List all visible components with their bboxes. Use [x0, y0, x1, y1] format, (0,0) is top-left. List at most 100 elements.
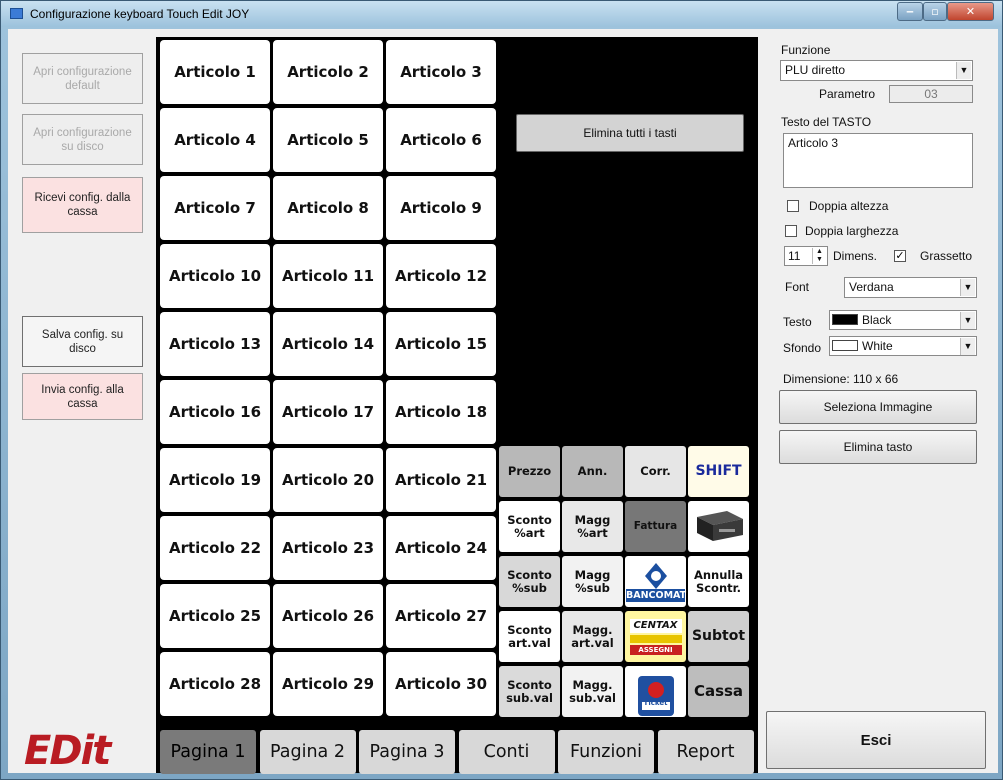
- chevron-down-icon: ▼: [956, 62, 971, 79]
- article-key[interactable]: Articolo 8: [273, 176, 383, 240]
- article-key[interactable]: Articolo 2: [273, 40, 383, 104]
- article-key[interactable]: Articolo 12: [386, 244, 496, 308]
- doppia-larghezza-label: Doppia larghezza: [805, 224, 899, 238]
- testo-tasto-textarea[interactable]: Articolo 3: [783, 133, 973, 188]
- article-key[interactable]: Articolo 5: [273, 108, 383, 172]
- dimens-label: Dimens.: [833, 249, 878, 263]
- sfondo-label: Sfondo: [783, 341, 822, 355]
- article-key[interactable]: Articolo 24: [386, 516, 496, 580]
- centax-stripe: [629, 634, 682, 643]
- article-key[interactable]: Articolo 21: [386, 448, 496, 512]
- parametro-field[interactable]: 03: [889, 85, 973, 103]
- close-button[interactable]: ✕: [947, 2, 994, 21]
- ticket-logo-icon: [637, 675, 674, 716]
- grassetto-checkbox[interactable]: ✓: [894, 250, 906, 262]
- funzione-value: PLU diretto: [785, 63, 846, 77]
- font-select[interactable]: Verdana ▼: [844, 277, 977, 298]
- dimens-value: 11: [788, 249, 801, 263]
- magg-subval-key[interactable]: Magg. sub.val: [562, 666, 623, 717]
- ann-key[interactable]: Ann.: [562, 446, 623, 497]
- cassa-key[interactable]: Cassa: [688, 666, 749, 717]
- article-key[interactable]: Articolo 9: [386, 176, 496, 240]
- article-key[interactable]: Articolo 13: [160, 312, 270, 376]
- centax-key[interactable]: CENTAX ASSEGNI: [625, 611, 686, 662]
- article-key[interactable]: Articolo 22: [160, 516, 270, 580]
- article-key[interactable]: Articolo 25: [160, 584, 270, 648]
- send-config-button[interactable]: Invia config. alla cassa: [22, 373, 143, 420]
- article-key[interactable]: Articolo 1: [160, 40, 270, 104]
- article-key[interactable]: Articolo 15: [386, 312, 496, 376]
- delete-all-keys-button[interactable]: Elimina tutti i tasti: [516, 114, 744, 152]
- sconto-art-key[interactable]: Sconto %art: [499, 501, 560, 552]
- funzione-select[interactable]: PLU diretto ▼: [780, 60, 973, 81]
- open-disk-button[interactable]: Apri configurazione su disco: [22, 114, 143, 165]
- open-default-button[interactable]: Apri configurazione default: [22, 53, 143, 104]
- sconto-subval-key[interactable]: Sconto sub.val: [499, 666, 560, 717]
- article-key[interactable]: Articolo 14: [273, 312, 383, 376]
- article-key[interactable]: Articolo 3: [386, 40, 496, 104]
- corr-key[interactable]: Corr.: [625, 446, 686, 497]
- annulla-scontr-key[interactable]: Annulla Scontr.: [688, 556, 749, 607]
- maximize-button[interactable]: ▫: [923, 2, 947, 21]
- magg-sub-key[interactable]: Magg %sub: [562, 556, 623, 607]
- bancomat-key[interactable]: BANCOMAT: [625, 556, 686, 607]
- shift-key[interactable]: SHIFT: [688, 446, 749, 497]
- article-key[interactable]: Articolo 17: [273, 380, 383, 444]
- elimina-tasto-button[interactable]: Elimina tasto: [779, 430, 977, 464]
- magg-artval-key[interactable]: Magg. art.val: [562, 611, 623, 662]
- sconto-sub-key[interactable]: Sconto %sub: [499, 556, 560, 607]
- tab-page[interactable]: Report: [657, 730, 754, 774]
- chevron-down-icon: ▼: [960, 312, 975, 329]
- article-key[interactable]: Articolo 16: [160, 380, 270, 444]
- article-key[interactable]: Articolo 23: [273, 516, 383, 580]
- tab-page[interactable]: Conti: [458, 730, 555, 774]
- article-key[interactable]: Articolo 19: [160, 448, 270, 512]
- minimize-button[interactable]: ‒: [897, 2, 923, 21]
- article-key[interactable]: Articolo 29: [273, 652, 383, 716]
- sconto-artval-key[interactable]: Sconto art.val: [499, 611, 560, 662]
- save-disk-button[interactable]: Salva config. su disco: [22, 316, 143, 367]
- ticket-key[interactable]: Ticket: [625, 666, 686, 717]
- bancomat-logo-icon: [644, 563, 667, 589]
- doppia-altezza-checkbox[interactable]: [787, 200, 799, 212]
- doppia-larghezza-checkbox[interactable]: [785, 225, 797, 237]
- article-key[interactable]: Articolo 7: [160, 176, 270, 240]
- chevron-down-icon: ▼: [960, 279, 975, 296]
- article-key[interactable]: Articolo 10: [160, 244, 270, 308]
- sfondo-color-select[interactable]: White ▼: [829, 336, 977, 356]
- article-key[interactable]: Articolo 4: [160, 108, 270, 172]
- article-key[interactable]: Articolo 27: [386, 584, 496, 648]
- font-label: Font: [785, 280, 810, 294]
- article-key[interactable]: Articolo 20: [273, 448, 383, 512]
- testo-color-select[interactable]: Black ▼: [829, 310, 977, 330]
- subtot-key[interactable]: Subtot: [688, 611, 749, 662]
- article-key[interactable]: Articolo 11: [273, 244, 383, 308]
- title-bar: Configurazione keyboard Touch Edit JOY ‒…: [1, 1, 1002, 27]
- seleziona-immagine-button[interactable]: Seleziona Immagine: [779, 390, 977, 424]
- tab-page[interactable]: Pagina 1: [160, 730, 256, 774]
- funzione-label: Funzione: [781, 43, 831, 57]
- tab-page[interactable]: Funzioni: [558, 730, 654, 774]
- magg-art-key[interactable]: Magg %art: [562, 501, 623, 552]
- assegni-label: ASSEGNI: [629, 644, 682, 655]
- tab-page[interactable]: Pagina 2: [259, 730, 356, 774]
- article-key[interactable]: Articolo 30: [386, 652, 496, 716]
- article-key[interactable]: Articolo 6: [386, 108, 496, 172]
- fattura-key[interactable]: Fattura: [625, 501, 686, 552]
- bancomat-label: BANCOMAT: [626, 589, 687, 602]
- esci-button[interactable]: Esci: [766, 711, 986, 769]
- drawer-key[interactable]: [688, 501, 749, 552]
- testo-color-value: Black: [862, 313, 892, 327]
- prezzo-key[interactable]: Prezzo: [499, 446, 560, 497]
- dimens-stepper[interactable]: 11 ▲ ▼: [784, 246, 828, 266]
- ticket-label: Ticket: [643, 698, 668, 707]
- article-key[interactable]: Articolo 28: [160, 652, 270, 716]
- tab-page[interactable]: Pagina 3: [359, 730, 455, 774]
- edit-logo: EDit: [24, 728, 111, 774]
- article-key[interactable]: Articolo 18: [386, 380, 496, 444]
- text-color-swatch: [832, 314, 858, 325]
- window-title: Configurazione keyboard Touch Edit JOY: [30, 7, 250, 21]
- receive-config-button[interactable]: Ricevi config. dalla cassa: [22, 177, 143, 233]
- article-key[interactable]: Articolo 26: [273, 584, 383, 648]
- dimensione-text: Dimensione: 110 x 66: [783, 372, 899, 386]
